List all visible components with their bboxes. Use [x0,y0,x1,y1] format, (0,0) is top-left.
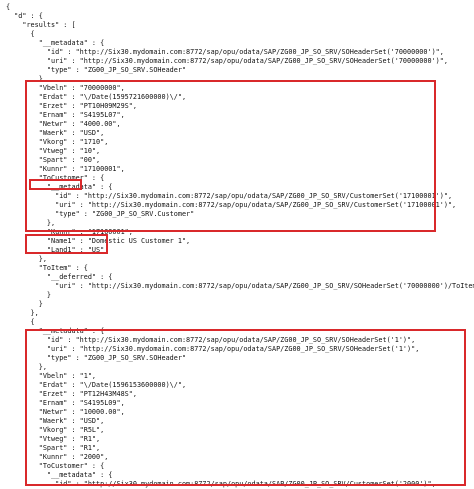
json-line: "id" : "http://Six30.mydomain.com:8772/s… [6,480,436,488]
json-viewer: { "d" : { "results" : [ { "__metadata" :… [0,0,474,488]
json-line: "uri" : "http://Six30.mydomain.com:8772/… [6,282,474,290]
